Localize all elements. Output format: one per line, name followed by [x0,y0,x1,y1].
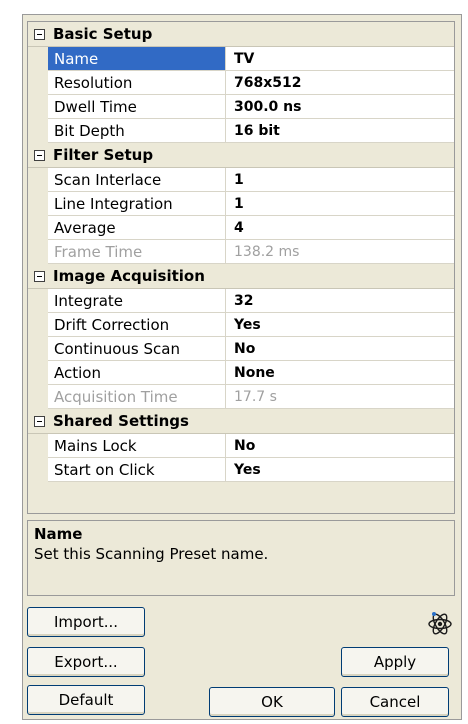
property-row[interactable]: Action None [48,361,454,385]
property-grid: Basic Setup Name TV Resolution 768x512 Dwell … [27,21,455,514]
property-value[interactable]: No [226,434,454,457]
apply-button[interactable]: Apply [341,647,449,677]
description-title: Name [34,525,83,543]
property-value[interactable]: No [226,337,454,360]
section-title: Basic Setup [53,25,153,43]
default-button[interactable]: Default [27,685,145,715]
property-label: Bit Depth [48,119,226,142]
property-value[interactable]: 768x512 [226,71,454,94]
property-label: Dwell Time [48,95,226,118]
section-title: Shared Settings [53,412,189,430]
property-value[interactable]: 300.0 ns [226,95,454,118]
property-row[interactable]: Continuous Scan No [48,337,454,361]
property-row[interactable]: Scan Interlace 1 [48,168,454,192]
collapse-minus-icon[interactable] [34,270,45,282]
property-label: Continuous Scan [48,337,226,360]
property-label: Action [48,361,226,384]
section-header[interactable]: Basic Setup [28,22,454,47]
property-row[interactable]: Resolution 768x512 [48,71,454,95]
property-row[interactable]: Drift Correction Yes [48,313,454,337]
section-header[interactable]: Shared Settings [28,409,454,434]
property-label: Line Integration [48,192,226,215]
property-row[interactable]: Line Integration 1 [48,192,454,216]
property-label: Name [48,47,226,70]
property-value[interactable]: Yes [226,458,454,481]
property-value: 138.2 ms [234,243,300,260]
property-label: Scan Interlace [48,168,226,191]
import-button[interactable]: Import... [27,607,145,637]
property-label: Integrate [48,289,226,312]
collapse-minus-icon[interactable] [34,28,45,40]
property-row[interactable]: Mains Lock No [48,434,454,458]
property-row[interactable]: Integrate 32 [48,289,454,313]
property-value[interactable]: None [226,361,454,384]
property-value: 17.7 s [234,388,277,405]
description-panel: Name Set this Scanning Preset name. [27,520,455,596]
property-label: Frame Time [48,240,226,263]
property-row[interactable]: Bit Depth 16 bit [48,119,454,143]
property-label: Resolution [48,71,226,94]
section-header[interactable]: Image Acquisition [28,264,454,289]
property-row: Acquisition Time 17.7 s [48,385,454,409]
atom-icon [428,612,452,635]
property-label: Drift Correction [48,313,226,336]
property-row[interactable]: Name TV [48,47,454,71]
property-label: Average [48,216,226,239]
section-title: Image Acquisition [53,267,205,285]
property-value[interactable]: 1 [226,168,454,191]
ok-button[interactable]: OK [209,687,335,717]
property-row[interactable]: Start on Click Yes [48,458,454,482]
property-label: Start on Click [48,458,226,481]
property-value[interactable]: 1 [226,192,454,215]
property-value[interactable]: TV [226,47,454,70]
property-value[interactable]: 16 bit [226,119,454,142]
collapse-minus-icon[interactable] [34,415,45,427]
property-row[interactable]: Dwell Time 300.0 ns [48,95,454,119]
export-button[interactable]: Export... [27,647,145,677]
property-row[interactable]: Average 4 [48,216,454,240]
collapse-minus-icon[interactable] [34,149,45,161]
section-header[interactable]: Filter Setup [28,143,454,168]
property-row: Frame Time 138.2 ms [48,240,454,264]
cancel-button[interactable]: Cancel [341,687,449,717]
property-value[interactable]: 32 [226,289,454,312]
property-label: Acquisition Time [48,385,226,408]
property-label: Mains Lock [48,434,226,457]
property-value[interactable]: 4 [226,216,454,239]
description-text: Set this Scanning Preset name. [34,545,269,563]
section-title: Filter Setup [53,146,154,164]
property-value[interactable]: Yes [226,313,454,336]
scanning-preset-panel: Basic Setup Name TV Resolution 768x512 Dwell … [22,14,462,720]
